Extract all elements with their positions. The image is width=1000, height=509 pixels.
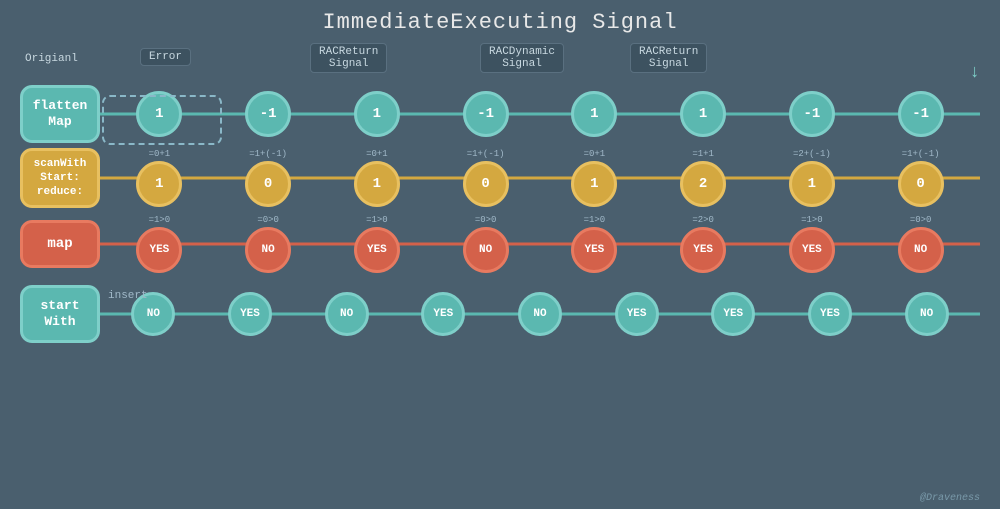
header-racreturn1: RACReturn Signal	[310, 43, 387, 73]
watermark: @Draveness	[920, 493, 980, 504]
scan-node-6: =1+1 2	[680, 149, 726, 207]
map-row: map =1>0 YES =0>0 NO =1>0 YES =0>0 NO	[20, 213, 980, 275]
map-label: map	[20, 220, 100, 268]
header-original: Origianl	[25, 53, 78, 65]
start-with-row: start With insert NO YES NO YES NO	[20, 279, 980, 349]
map-line-area: =1>0 YES =0>0 NO =1>0 YES =0>0 NO =1>0	[100, 215, 980, 273]
scan-with-row: scanWith Start: reduce: =0+1 1 =1+(-1) 0…	[20, 147, 980, 209]
map-node-4: =0>0 NO	[463, 215, 509, 273]
start-node-6: YES	[615, 292, 659, 336]
scan-node-8: =1+(-1) 0	[898, 149, 944, 207]
flatten-map-node-4: -1	[463, 91, 509, 137]
start-node-9: NO	[905, 292, 949, 336]
page-title: ImmediateExecuting Signal	[20, 10, 980, 35]
flatten-map-node-5: 1	[571, 91, 617, 137]
flatten-map-node-6: 1	[680, 91, 726, 137]
start-with-label: start With	[20, 285, 100, 343]
flatten-map-line-area: 1 -1 1 -1 1 1 -1	[100, 91, 980, 137]
map-node-6: =2>0 YES	[680, 215, 726, 273]
map-node-7: =1>0 YES	[789, 215, 835, 273]
flatten-map-label: flatten Map	[20, 85, 100, 143]
start-node-5: NO	[518, 292, 562, 336]
scan-node-4: =1+(-1) 0	[463, 149, 509, 207]
header-error: Error	[140, 48, 191, 66]
flatten-map-node-2: -1	[245, 91, 291, 137]
header-racdynamic: RACDynamic Signal	[480, 43, 564, 73]
start-node-3: NO	[325, 292, 369, 336]
header-racreturn2: RACReturn Signal	[630, 43, 707, 73]
map-node-8: =0>0 NO	[898, 215, 944, 273]
scan-node-1: =0+1 1	[136, 149, 182, 207]
map-nodes: =1>0 YES =0>0 NO =1>0 YES =0>0 NO =1>0	[100, 215, 980, 273]
main-container: ImmediateExecuting Signal Origianl Error…	[0, 0, 1000, 509]
start-node-2: YES	[228, 292, 272, 336]
flatten-map-nodes: 1 -1 1 -1 1 1 -1	[100, 91, 980, 137]
flatten-map-row: flatten Map 1 -1 1 -1 1	[20, 85, 980, 143]
flatten-map-node-3: 1	[354, 91, 400, 137]
flatten-map-node-1: 1	[136, 91, 182, 137]
scan-node-7: =2+(-1) 1	[789, 149, 835, 207]
start-with-line-area: insert NO YES NO YES NO YES	[100, 292, 980, 336]
scan-with-line-area: =0+1 1 =1+(-1) 0 =0+1 1 =1+(-1) 0 =0+1	[100, 149, 980, 207]
flatten-map-node-7: -1	[789, 91, 835, 137]
arrow-down-icon: ↓	[969, 63, 980, 83]
start-with-nodes: NO YES NO YES NO YES YES	[100, 292, 980, 336]
map-node-1: =1>0 YES	[136, 215, 182, 273]
insert-label: insert	[108, 290, 148, 302]
scan-with-label: scanWith Start: reduce:	[20, 148, 100, 208]
start-node-4: YES	[421, 292, 465, 336]
headers-row: Origianl Error RACReturn Signal RACDynam…	[110, 43, 980, 83]
start-node-7: YES	[711, 292, 755, 336]
map-node-2: =0>0 NO	[245, 215, 291, 273]
map-node-5: =1>0 YES	[571, 215, 617, 273]
scan-node-2: =1+(-1) 0	[245, 149, 291, 207]
scan-node-5: =0+1 1	[571, 149, 617, 207]
flatten-map-node-8: -1	[898, 91, 944, 137]
start-node-8: YES	[808, 292, 852, 336]
map-node-3: =1>0 YES	[354, 215, 400, 273]
scan-node-3: =0+1 1	[354, 149, 400, 207]
scan-with-nodes: =0+1 1 =1+(-1) 0 =0+1 1 =1+(-1) 0 =0+1	[100, 149, 980, 207]
